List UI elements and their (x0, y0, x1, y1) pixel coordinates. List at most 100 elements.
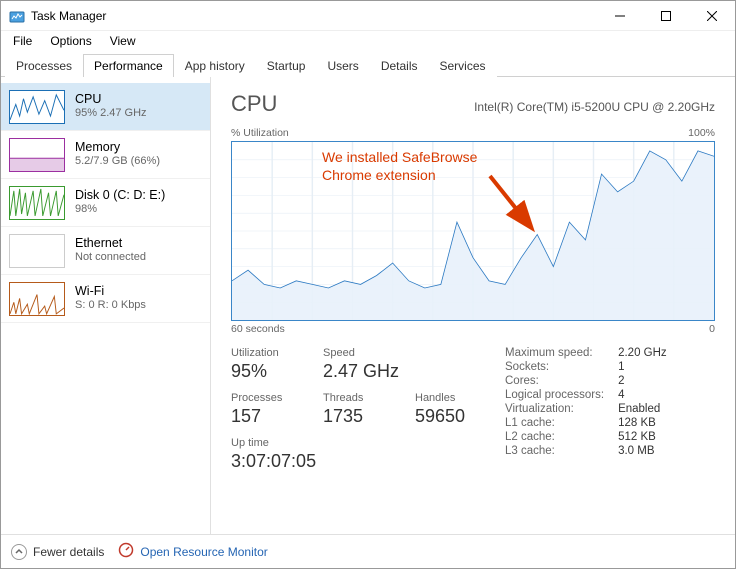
open-resource-monitor-link[interactable]: Open Resource Monitor (118, 542, 267, 561)
main-panel: CPU Intel(R) Core(TM) i5-5200U CPU @ 2.2… (211, 77, 735, 534)
tab-bar: Processes Performance App history Startu… (1, 51, 735, 77)
stat-handles: Handles 59650 (415, 392, 485, 427)
minimize-button[interactable] (597, 1, 643, 31)
tab-processes[interactable]: Processes (5, 54, 83, 77)
stat-right-label: L1 cache: (505, 417, 604, 429)
title-bar[interactable]: Task Manager (1, 1, 735, 31)
tab-users[interactable]: Users (316, 54, 369, 77)
stat-utilization: Utilization 95% (231, 347, 301, 382)
stats: Utilization 95% Speed 2.47 GHz Processes… (231, 347, 715, 472)
stat-right-label: Cores: (505, 375, 604, 387)
stat-right-value: 4 (618, 389, 667, 401)
stat-right-value: 3.0 MB (618, 445, 667, 457)
stat-utilization-value: 95% (231, 361, 301, 382)
window-title: Task Manager (31, 9, 106, 23)
task-manager-window: Task Manager File Options View Processes… (0, 0, 736, 569)
chart-plot (232, 142, 714, 320)
stat-uptime-label: Up time (231, 437, 351, 449)
stat-threads-label: Threads (323, 392, 393, 404)
body: CPU 95% 2.47 GHz Memory 5.2/7.9 GB (66%)… (1, 77, 735, 534)
sidebar-text: Memory 5.2/7.9 GB (66%) (75, 140, 160, 169)
stat-threads-value: 1735 (323, 406, 393, 427)
sidebar-item-sub: 95% 2.47 GHz (75, 107, 147, 121)
chart-label-utilization: % Utilization (231, 127, 289, 139)
stat-right-value: 2 (618, 375, 667, 387)
menu-view[interactable]: View (102, 32, 144, 50)
stats-right: Maximum speed: 2.20 GHz Sockets: 1 Cores: 2 Lo… (505, 347, 667, 472)
stat-right-value: 2.20 GHz (618, 347, 667, 359)
sidebar-item-sub: 5.2/7.9 GB (66%) (75, 155, 160, 169)
menu-file[interactable]: File (5, 32, 40, 50)
sidebar-item-sub: 98% (75, 203, 165, 217)
sidebar-item-memory[interactable]: Memory 5.2/7.9 GB (66%) (1, 131, 210, 179)
stat-speed-label: Speed (323, 347, 399, 359)
sidebar-text: Wi-Fi S: 0 R: 0 Kbps (75, 284, 146, 313)
menu-options[interactable]: Options (42, 32, 99, 50)
fewer-details-button[interactable]: Fewer details (11, 544, 104, 560)
stat-right-label: L3 cache: (505, 445, 604, 457)
main-header: CPU Intel(R) Core(TM) i5-5200U CPU @ 2.2… (231, 91, 715, 117)
stat-utilization-label: Utilization (231, 347, 301, 359)
sidebar-text: Disk 0 (C: D: E:) 98% (75, 188, 165, 217)
stat-speed: Speed 2.47 GHz (323, 347, 399, 382)
stat-uptime: Up time 3:07:07:05 (231, 437, 351, 472)
sidebar: CPU 95% 2.47 GHz Memory 5.2/7.9 GB (66%)… (1, 77, 211, 534)
stat-processes: Processes 157 (231, 392, 301, 427)
sidebar-text: CPU 95% 2.47 GHz (75, 92, 147, 121)
chart-label-60s: 60 seconds (231, 323, 285, 335)
sidebar-text: Ethernet Not connected (75, 236, 146, 265)
stats-left: Utilization 95% Speed 2.47 GHz Processes… (231, 347, 485, 472)
maximize-button[interactable] (643, 1, 689, 31)
sidebar-item-sub: Not connected (75, 251, 146, 265)
sidebar-item-name: Wi-Fi (75, 284, 146, 300)
stat-threads: Threads 1735 (323, 392, 393, 427)
stat-handles-value: 59650 (415, 406, 485, 427)
sidebar-thumb (9, 138, 65, 172)
close-button[interactable] (689, 1, 735, 31)
sidebar-item-name: Ethernet (75, 236, 146, 252)
fewer-details-label: Fewer details (33, 545, 104, 559)
stat-right-label: L2 cache: (505, 431, 604, 443)
tab-details[interactable]: Details (370, 54, 429, 77)
stat-processes-value: 157 (231, 406, 301, 427)
cpu-chart[interactable]: We installed SafeBrowse Chrome extension (231, 141, 715, 321)
stat-right-value: 128 KB (618, 417, 667, 429)
sidebar-item-cpu[interactable]: CPU 95% 2.47 GHz (1, 83, 210, 131)
sidebar-thumb (9, 234, 65, 268)
stat-speed-value: 2.47 GHz (323, 361, 399, 382)
stat-right-label: Logical processors: (505, 389, 604, 401)
stat-right-value: 1 (618, 361, 667, 373)
tab-performance[interactable]: Performance (83, 54, 174, 77)
chart-label-100: 100% (688, 127, 715, 139)
sidebar-item-name: CPU (75, 92, 147, 108)
stat-right-value: 512 KB (618, 431, 667, 443)
sidebar-item-sub: S: 0 R: 0 Kbps (75, 299, 146, 313)
chart-top-labels: % Utilization 100% (231, 127, 715, 139)
stat-processes-label: Processes (231, 392, 301, 404)
stat-right-value: Enabled (618, 403, 667, 415)
resource-monitor-icon (118, 542, 134, 561)
sidebar-thumb (9, 186, 65, 220)
stat-right-label: Virtualization: (505, 403, 604, 415)
stat-right-label: Sockets: (505, 361, 604, 373)
sidebar-item-name: Disk 0 (C: D: E:) (75, 188, 165, 204)
stat-right-label: Maximum speed: (505, 347, 604, 359)
tab-startup[interactable]: Startup (256, 54, 317, 77)
stat-uptime-value: 3:07:07:05 (231, 451, 351, 472)
page-title: CPU (231, 91, 277, 117)
cpu-model: Intel(R) Core(TM) i5-5200U CPU @ 2.20GHz (474, 100, 715, 114)
sidebar-item-disk[interactable]: Disk 0 (C: D: E:) 98% (1, 179, 210, 227)
stat-handles-label: Handles (415, 392, 485, 404)
tab-services[interactable]: Services (429, 54, 497, 77)
chart-label-0: 0 (709, 323, 715, 335)
app-icon (9, 8, 25, 24)
sidebar-item-wifi[interactable]: Wi-Fi S: 0 R: 0 Kbps (1, 275, 210, 323)
sidebar-thumb (9, 90, 65, 124)
sidebar-item-name: Memory (75, 140, 160, 156)
open-resource-monitor-label: Open Resource Monitor (140, 545, 267, 559)
chart-bottom-labels: 60 seconds 0 (231, 323, 715, 335)
footer: Fewer details Open Resource Monitor (1, 534, 735, 568)
sidebar-item-eth[interactable]: Ethernet Not connected (1, 227, 210, 275)
chevron-up-icon (11, 544, 27, 560)
tab-app-history[interactable]: App history (174, 54, 256, 77)
